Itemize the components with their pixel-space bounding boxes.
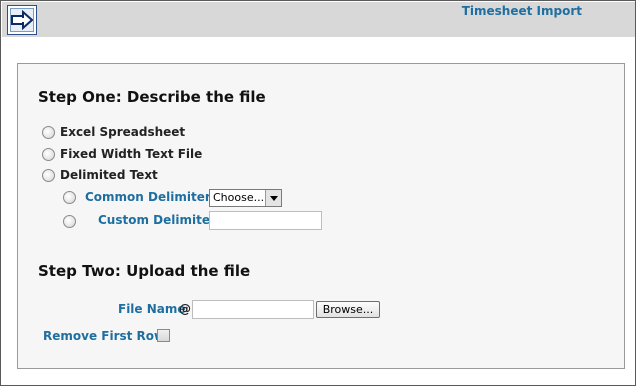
common-delimiters-select[interactable]: Choose... (209, 189, 282, 207)
step-two-heading: Step Two: Upload the file (38, 262, 251, 280)
browse-button[interactable]: Browse... (316, 301, 380, 318)
custom-delimiter-input[interactable] (209, 211, 322, 230)
fixed-width-label: Fixed Width Text File (60, 147, 203, 161)
delimited-radio[interactable] (42, 169, 55, 182)
fixed-width-radio[interactable] (42, 148, 55, 161)
arrow-right-icon[interactable] (7, 5, 37, 35)
custom-delimiter-label: Custom Delimiter (98, 213, 216, 227)
excel-label: Excel Spreadsheet (60, 125, 186, 139)
custom-delimiter-radio[interactable] (63, 215, 76, 228)
page-title: Timesheet Import (461, 4, 582, 18)
at-symbol: @ (179, 302, 191, 316)
common-delimiters-value: Choose... (213, 191, 265, 204)
delimited-label: Delimited Text (60, 168, 158, 182)
remove-first-row-label: Remove First Row (43, 329, 166, 343)
top-toolbar: Timesheet Import (2, 2, 635, 37)
import-panel: Step One: Describe the file Excel Spread… (17, 63, 625, 369)
excel-radio[interactable] (42, 126, 55, 139)
step-one-heading: Step One: Describe the file (38, 88, 266, 106)
common-delimiters-radio[interactable] (63, 191, 76, 204)
file-path-input[interactable] (192, 300, 314, 319)
remove-first-row-checkbox[interactable] (157, 329, 170, 342)
chevron-down-icon[interactable] (265, 190, 281, 206)
window-frame: Timesheet Import Step One: Describe the … (0, 0, 636, 386)
common-delimiters-label: Common Delimiters (85, 190, 218, 204)
file-name-label: File Name (118, 302, 186, 316)
